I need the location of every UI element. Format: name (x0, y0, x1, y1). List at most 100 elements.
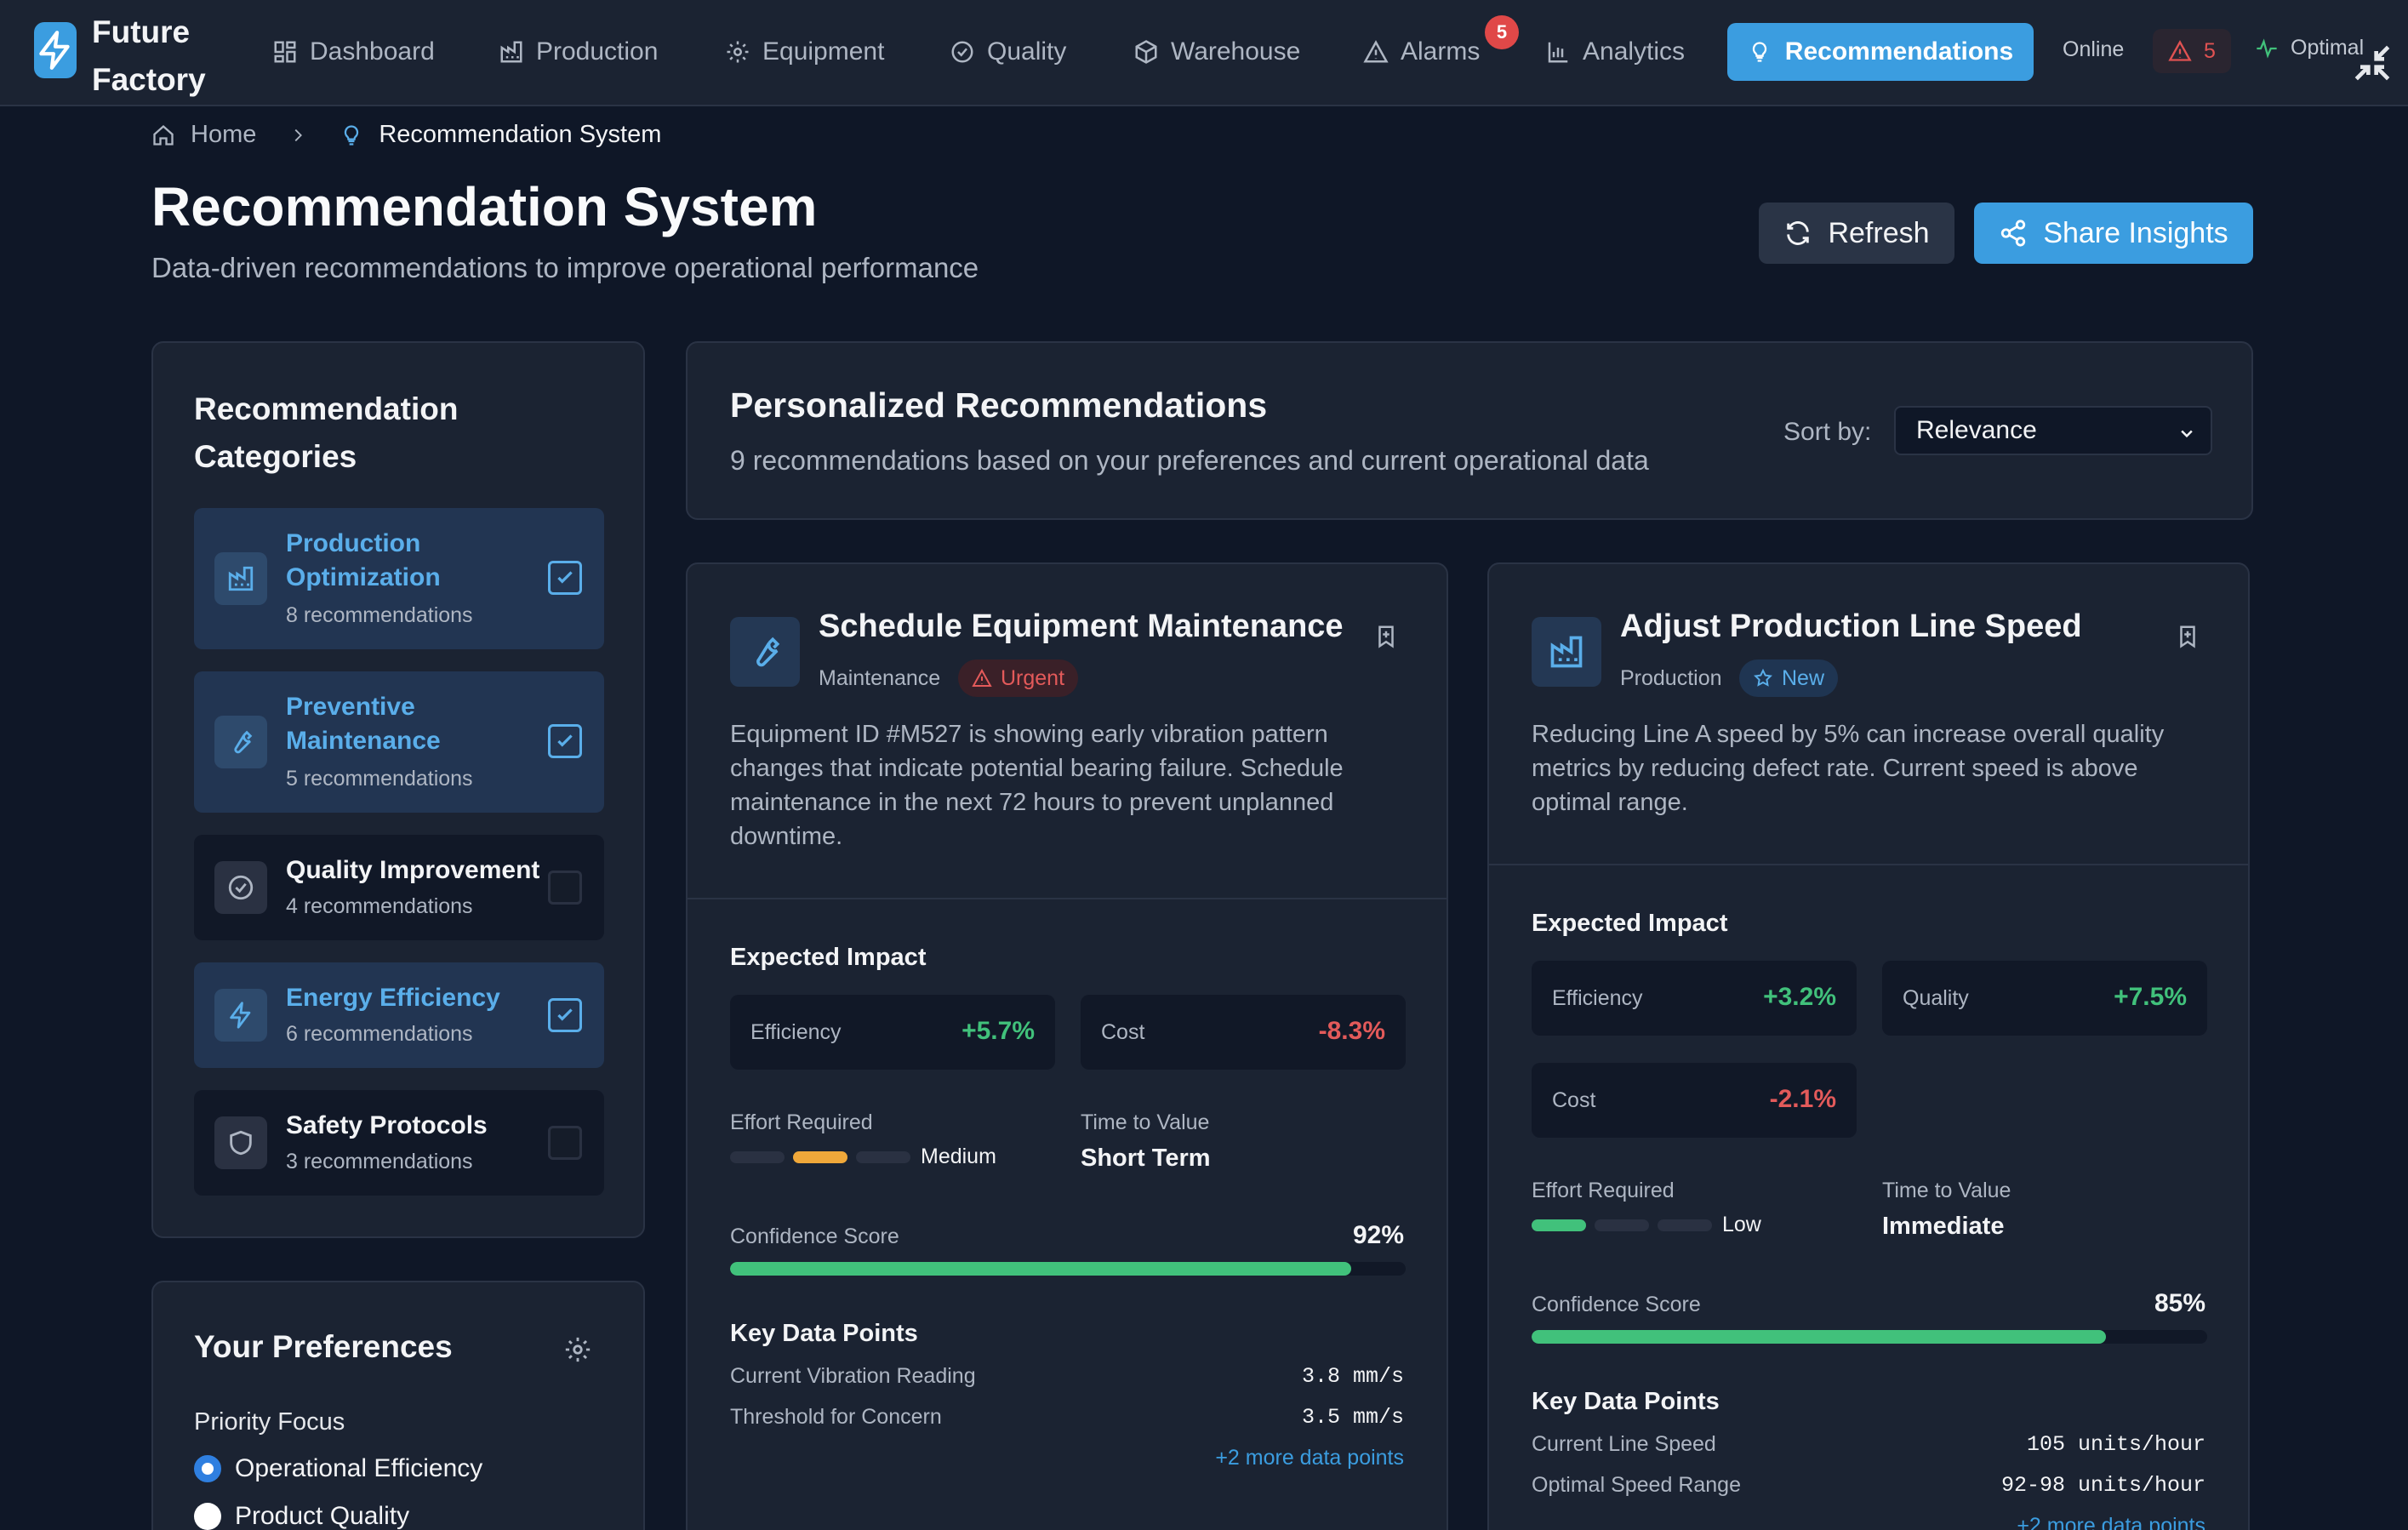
category-checkbox[interactable] (548, 1126, 582, 1160)
alert-count-chip[interactable]: 5 (2153, 29, 2231, 73)
nav-recommendations[interactable]: Recommendations (1727, 23, 2034, 81)
refresh-button[interactable]: Refresh (1759, 203, 1954, 264)
option-label: Operational Efficiency (235, 1454, 483, 1482)
card-divider (688, 898, 1447, 899)
lightning-icon (214, 989, 267, 1042)
refresh-label: Refresh (1828, 216, 1930, 249)
brand-line-1: Future (92, 14, 191, 49)
metric-quality: Quality +7.5% (1882, 961, 2207, 1036)
badge-label: Urgent (1001, 665, 1065, 690)
card-category: Production (1620, 666, 1722, 690)
urgent-badge: Urgent (958, 659, 1079, 697)
share-insights-button[interactable]: Share Insights (1974, 203, 2253, 264)
category-energy-efficiency[interactable]: Energy Efficiency 6 recommendations (194, 962, 604, 1068)
effort-label: Effort Required (1532, 1179, 1675, 1202)
radio-selected[interactable] (194, 1455, 221, 1482)
more-datapoints-link[interactable]: +2 more data points (1215, 1446, 1404, 1470)
category-checkbox[interactable] (548, 561, 582, 595)
category-checkbox[interactable] (548, 724, 582, 758)
confidence-label: Confidence Score (1532, 1293, 1701, 1316)
effort-value: Medium (921, 1145, 996, 1168)
confidence-value: 85% (2154, 1289, 2205, 1317)
nav-production[interactable]: Production (499, 31, 658, 73)
badge-label: New (1782, 665, 1825, 690)
system-state: Optimal (2255, 36, 2364, 60)
priority-option-operational-efficiency[interactable]: Operational Efficiency (194, 1454, 482, 1483)
category-checkbox[interactable] (548, 998, 582, 1032)
category-safety-protocols[interactable]: Safety Protocols 3 recommendations (194, 1090, 604, 1196)
check-circle-icon (951, 41, 973, 63)
radio-unselected[interactable] (194, 1503, 221, 1530)
priority-option-product-quality[interactable]: Product Quality (194, 1502, 409, 1530)
brand-name[interactable]: Future Factory (92, 9, 206, 104)
box-icon (1135, 40, 1157, 64)
category-quality-improvement[interactable]: Quality Improvement 4 recommendations (194, 835, 604, 940)
metric-label: Efficiency (750, 1020, 842, 1044)
alarm-count-badge: 5 (1485, 15, 1519, 49)
warning-icon (972, 668, 992, 687)
bookmark-icon[interactable] (2175, 622, 2200, 651)
breadcrumb: Home Recommendation System (151, 121, 661, 149)
checkmark-icon (557, 734, 573, 747)
category-label: Quality Improvement (286, 856, 540, 884)
category-label: Safety Protocols (286, 1111, 488, 1139)
alert-count: 5 (2204, 38, 2216, 63)
datapoint-value: 3.8 mm/s (1301, 1364, 1404, 1389)
datapoints-title: Key Data Points (730, 1320, 918, 1347)
nav-alarms[interactable]: Alarms (1363, 31, 1480, 73)
breadcrumb-home[interactable]: Home (191, 121, 256, 149)
confidence-label: Confidence Score (730, 1225, 899, 1248)
card-description: Reducing Line A speed by 5% can increase… (1532, 721, 2165, 816)
ttv-value: Short Term (1081, 1145, 1211, 1172)
categories-panel: Recommendation Categories Production Opt… (151, 341, 645, 1238)
datapoint-label: Current Vibration Reading (730, 1364, 976, 1388)
effort-bar (793, 1151, 847, 1163)
card-category: Maintenance (819, 666, 941, 690)
metric-value: +5.7% (961, 1017, 1035, 1045)
nav-dashboard[interactable]: Dashboard (272, 31, 435, 73)
collapse-icon[interactable] (2348, 39, 2396, 87)
chevron-down-icon (2181, 430, 2193, 438)
share-label: Share Insights (2043, 216, 2228, 249)
chevron-right-icon (294, 128, 303, 141)
datapoints-title: Key Data Points (1532, 1388, 1720, 1415)
bar-chart-icon (1548, 42, 1568, 63)
bookmark-icon[interactable] (1373, 622, 1399, 651)
nav-dashboard-label: Dashboard (310, 37, 435, 66)
lightning-logo-icon[interactable] (34, 22, 77, 78)
nav-equipment-label: Equipment (762, 37, 885, 66)
category-production-optimization[interactable]: Production Optimization 8 recommendation… (194, 508, 604, 649)
category-checkbox[interactable] (548, 871, 582, 905)
confidence-bar (730, 1262, 1406, 1276)
impact-title: Expected Impact (730, 944, 927, 971)
sort-select[interactable]: Relevance (1894, 406, 2212, 455)
category-count: 6 recommendations (286, 1022, 473, 1046)
factory-icon (214, 552, 267, 605)
priority-focus-label: Priority Focus (194, 1408, 345, 1436)
nav-warehouse[interactable]: Warehouse (1133, 31, 1300, 73)
recommendation-card-production[interactable]: Adjust Production Line Speed Production … (1487, 562, 2250, 1530)
recommendation-card-maintenance[interactable]: Schedule Equipment Maintenance Maintenan… (686, 562, 1448, 1530)
factory-icon (1532, 617, 1601, 687)
category-count: 5 recommendations (286, 767, 473, 791)
preferences-title: Your Preferences (194, 1329, 453, 1364)
category-label: Preventive Maintenance (286, 693, 441, 755)
warning-icon (2168, 40, 2192, 61)
confidence-bar (1532, 1330, 2207, 1344)
gear-icon[interactable] (563, 1335, 592, 1364)
impact-title: Expected Impact (1532, 910, 1728, 937)
nav-production-label: Production (536, 37, 659, 66)
nav-alarms-label: Alarms (1401, 37, 1481, 66)
nav-equipment[interactable]: Equipment (725, 31, 884, 73)
category-preventive-maintenance[interactable]: Preventive Maintenance 5 recommendations (194, 671, 604, 813)
category-label: Energy Efficiency (286, 984, 500, 1012)
metric-label: Quality (1903, 986, 1969, 1010)
metric-value: +3.2% (1763, 983, 1836, 1011)
breadcrumb-current: Recommendation System (379, 121, 662, 148)
nav-quality[interactable]: Quality (950, 31, 1066, 73)
datapoint-value: 105 units/hour (2026, 1432, 2205, 1457)
checkmark-icon (557, 571, 573, 584)
effort-bar (1595, 1219, 1649, 1231)
nav-analytics[interactable]: Analytics (1545, 31, 1685, 73)
more-datapoints-link[interactable]: +2 more data points (2017, 1514, 2205, 1530)
